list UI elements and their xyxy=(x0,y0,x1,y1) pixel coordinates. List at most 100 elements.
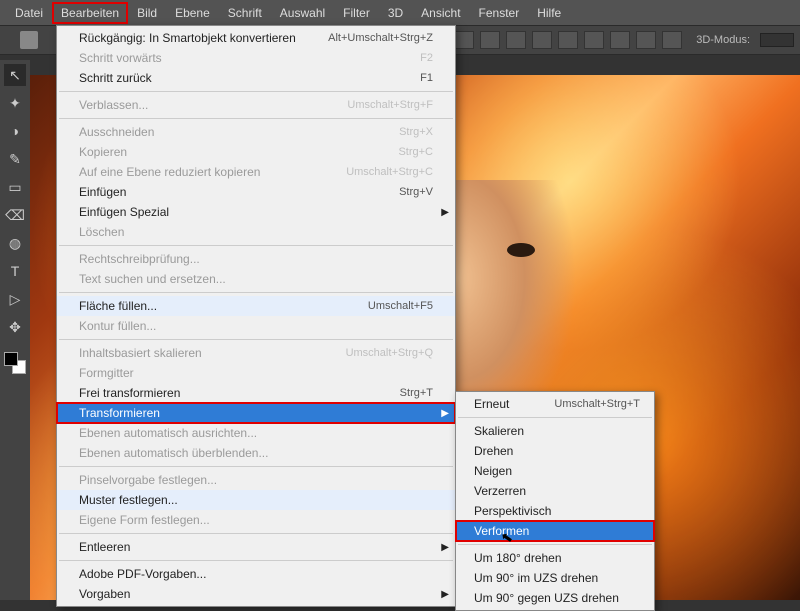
distribute-btn[interactable] xyxy=(636,31,656,49)
tool-preset-icon[interactable] xyxy=(20,31,38,49)
menu-separator xyxy=(59,118,453,119)
menubar-item-bearbeiten[interactable]: Bearbeiten xyxy=(52,2,128,24)
tool-button[interactable]: ⌫ xyxy=(4,204,26,226)
menu-item-label: Erneut xyxy=(474,397,509,411)
menu-item[interactable]: Transformieren▶ xyxy=(57,403,455,423)
menu-item-label: Einfügen Spezial xyxy=(79,205,169,219)
align-btn[interactable] xyxy=(454,31,474,49)
menu-item[interactable]: Erneut Umschalt+Strg+T xyxy=(456,394,654,414)
menu-item-label: Skalieren xyxy=(474,424,524,438)
align-btn[interactable] xyxy=(532,31,552,49)
distribute-btn[interactable] xyxy=(662,31,682,49)
menu-item-label: Inhaltsbasiert skalieren xyxy=(79,346,202,360)
tool-button[interactable]: ◍ xyxy=(4,232,26,254)
menu-item-shortcut: F1 xyxy=(420,72,433,84)
align-btn[interactable] xyxy=(506,31,526,49)
menu-item-label: Formgitter xyxy=(79,366,134,380)
menubar-item-schrift[interactable]: Schrift xyxy=(219,2,271,24)
menu-item[interactable]: Entleeren ▶ xyxy=(57,537,455,557)
menubar-item-datei[interactable]: Datei xyxy=(6,2,52,24)
menubar-item-fenster[interactable]: Fenster xyxy=(470,2,529,24)
menu-item-label: Vorgaben xyxy=(79,587,130,601)
menu-item[interactable]: Frei transformieren Strg+T xyxy=(57,383,455,403)
align-btn[interactable] xyxy=(584,31,604,49)
menu-item[interactable]: Vorgaben▶ xyxy=(57,584,455,604)
menu-item-label: Löschen xyxy=(79,225,124,239)
transform-submenu: Erneut Umschalt+Strg+T Skalieren DrehenNeig… xyxy=(455,391,655,611)
menu-separator xyxy=(59,339,453,340)
menu-item-label: Fläche füllen... xyxy=(79,299,157,313)
menu-item[interactable]: Adobe PDF-Vorgaben... xyxy=(57,564,455,584)
tool-button[interactable]: ▭ xyxy=(4,176,26,198)
menu-item[interactable]: Einfügen Spezial▶ xyxy=(57,202,455,222)
menu-item[interactable]: Rückgängig: In Smartobjekt konvertieren A… xyxy=(57,28,455,48)
menu-item[interactable]: Fläche füllen...Umschalt+F5 xyxy=(57,296,455,316)
color-swatches[interactable] xyxy=(4,352,26,374)
menu-item[interactable]: Schritt zurück F1 xyxy=(57,68,455,88)
align-btn[interactable] xyxy=(480,31,500,49)
menu-item: Pinselvorgabe festlegen... xyxy=(57,470,455,490)
menu-item: KopierenStrg+C xyxy=(57,142,455,162)
menu-item: Ebenen automatisch überblenden... xyxy=(57,443,455,463)
align-btn[interactable] xyxy=(558,31,578,49)
menu-item-label: Ebenen automatisch überblenden... xyxy=(79,446,268,460)
menubar-item-filter[interactable]: Filter xyxy=(334,2,379,24)
tool-button[interactable]: T xyxy=(4,260,26,282)
menu-item-label: Kontur füllen... xyxy=(79,319,156,333)
menu-item-label: Um 90° im UZS drehen xyxy=(474,571,598,585)
tool-button[interactable]: ↖ xyxy=(4,64,26,86)
menu-separator xyxy=(59,560,453,561)
menu-item: Verblassen...Umschalt+Strg+F xyxy=(57,95,455,115)
menu-item-label: Ebenen automatisch ausrichten... xyxy=(79,426,257,440)
menu-item-label: Rückgängig: In Smartobjekt konvertieren xyxy=(79,31,296,45)
menu-item-shortcut: Alt+Umschalt+Strg+Z xyxy=(328,32,433,44)
menu-item-label: Text suchen und ersetzen... xyxy=(79,272,226,286)
submenu-arrow-icon: ▶ xyxy=(441,542,449,553)
menu-item-label: Um 180° drehen xyxy=(474,551,562,565)
menu-item[interactable]: Verformen xyxy=(456,521,654,541)
menu-item[interactable]: Verzerren xyxy=(456,481,654,501)
menubar-item-3d[interactable]: 3D xyxy=(379,2,412,24)
menu-item-label: Schritt zurück xyxy=(79,71,152,85)
tool-button[interactable]: ▷ xyxy=(4,288,26,310)
menu-item-label: Frei transformieren xyxy=(79,386,180,400)
tool-button[interactable]: ✥ xyxy=(4,316,26,338)
3d-mode-selector[interactable] xyxy=(760,33,794,47)
tool-button[interactable]: ✦ xyxy=(4,92,26,114)
menu-item-label: Verblassen... xyxy=(79,98,148,112)
menu-item: Kontur füllen... xyxy=(57,316,455,336)
menu-item-shortcut: Umschalt+Strg+T xyxy=(554,398,640,410)
menu-item-label: Rechtschreibprüfung... xyxy=(79,252,200,266)
menu-item[interactable]: Um 90° im UZS drehen xyxy=(456,568,654,588)
menu-item[interactable]: Skalieren xyxy=(456,421,654,441)
menu-item-shortcut: Strg+C xyxy=(398,146,433,158)
menu-item-shortcut: Umschalt+Strg+C xyxy=(346,166,433,178)
menu-item[interactable]: EinfügenStrg+V xyxy=(57,182,455,202)
menu-separator xyxy=(59,245,453,246)
menu-item-label: Verzerren xyxy=(474,484,526,498)
menu-item-label: Entleeren xyxy=(79,540,130,554)
menu-item[interactable]: Muster festlegen... xyxy=(57,490,455,510)
menubar-item-bild[interactable]: Bild xyxy=(128,2,166,24)
menubar-item-hilfe[interactable]: Hilfe xyxy=(528,2,570,24)
menu-item-label: Um 90° gegen UZS drehen xyxy=(474,591,619,605)
menu-item: Inhaltsbasiert skalierenUmschalt+Strg+Q xyxy=(57,343,455,363)
menu-separator xyxy=(458,544,652,545)
tool-button[interactable]: ◑ xyxy=(4,120,26,142)
menubar-item-ebene[interactable]: Ebene xyxy=(166,2,219,24)
menubar-item-auswahl[interactable]: Auswahl xyxy=(271,2,334,24)
menu-item[interactable]: Neigen xyxy=(456,461,654,481)
menu-item[interactable]: Um 90° gegen UZS drehen xyxy=(456,588,654,608)
menu-item[interactable]: Perspektivisch xyxy=(456,501,654,521)
menu-item-shortcut: F2 xyxy=(420,52,433,64)
menu-item-label: Muster festlegen... xyxy=(79,493,178,507)
distribute-btn[interactable] xyxy=(610,31,630,49)
menu-item[interactable]: Um 180° drehen xyxy=(456,548,654,568)
tool-button[interactable]: ✎ xyxy=(4,148,26,170)
menu-item[interactable]: Drehen xyxy=(456,441,654,461)
menu-item-shortcut: Strg+T xyxy=(400,387,433,399)
menu-item-label: Pinselvorgabe festlegen... xyxy=(79,473,217,487)
menubar-item-ansicht[interactable]: Ansicht xyxy=(412,2,469,24)
menu-item-label: Transformieren xyxy=(79,406,160,420)
menu-item-shortcut: Strg+X xyxy=(399,126,433,138)
